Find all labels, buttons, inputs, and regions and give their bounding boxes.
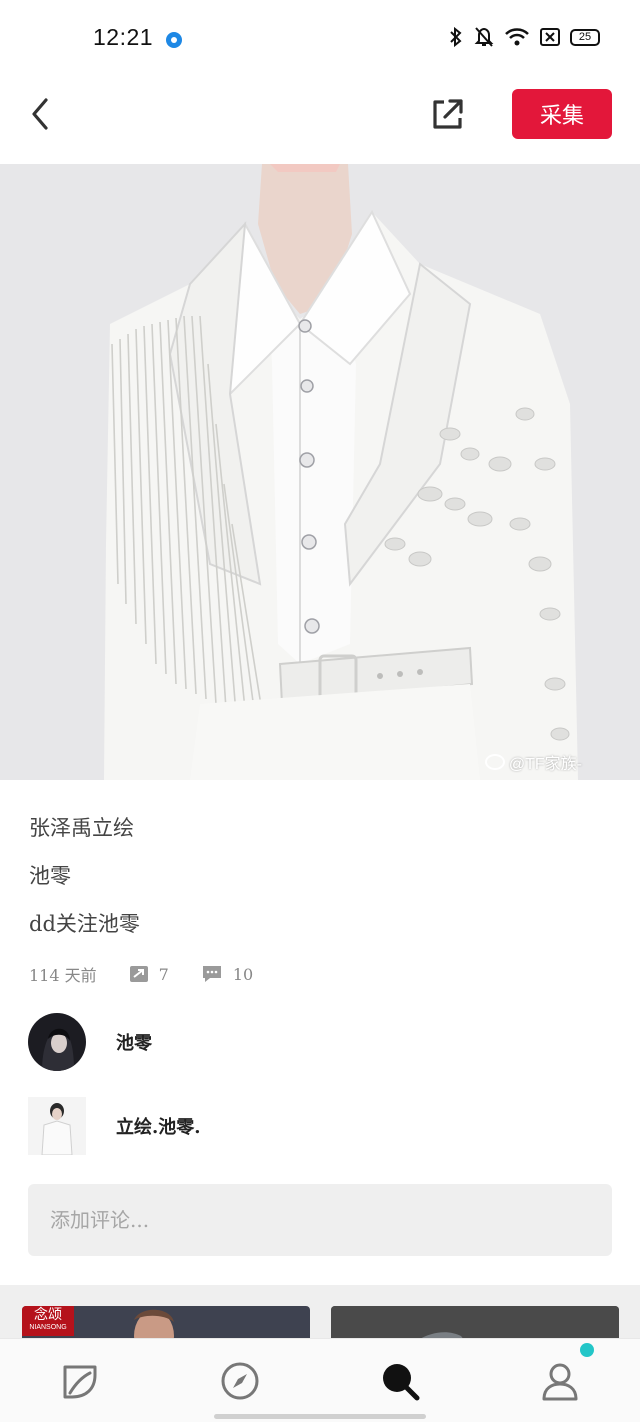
board-cover[interactable] [28,1097,86,1155]
bottom-tab-bar [0,1338,640,1422]
avatar-image [28,1013,86,1071]
comment-count[interactable]: 10 [201,964,253,984]
pin-image[interactable]: @TF家族- [0,164,640,780]
chevron-left-icon [32,98,48,130]
repin-count[interactable]: 7 [129,965,169,984]
pin-image-illustration [0,164,640,780]
bell-off-icon [474,27,494,47]
uploader-row[interactable]: 池零 [28,1012,608,1072]
weibo-icon [484,754,505,770]
pin-description-line-2: 池零 [29,864,71,888]
tab-discover[interactable] [218,1359,262,1403]
time-ago: 114 天前 [29,962,97,986]
pin-description-line-3: dd关注池零 [29,912,140,936]
home-leaf-icon [63,1365,97,1399]
status-icons: 25 [448,26,600,48]
search-icon [383,1364,420,1401]
collect-button[interactable]: 采集 [512,89,612,139]
image-watermark: @TF家族- [484,750,582,774]
status-bar: 12:21 25 [0,0,640,80]
tab-home[interactable] [58,1359,102,1403]
repin-icon [129,966,148,982]
sim-icon [540,28,560,46]
compass-icon [221,1362,259,1400]
avatar[interactable] [28,1013,86,1071]
share-external-icon [433,99,463,129]
status-time: 12:21 [93,24,154,50]
tab-profile[interactable] [538,1359,582,1403]
comment-count-text: 10 [232,964,254,984]
comment-input[interactable] [28,1184,612,1256]
board-name[interactable]: 立绘.池零. [116,1113,201,1139]
uploader-name[interactable]: 池零 [116,1029,152,1055]
share-button[interactable] [428,94,468,134]
notification-dot-icon [166,32,182,48]
repin-count-text: 7 [158,964,169,984]
notification-badge [580,1343,594,1357]
wifi-icon [505,28,529,46]
bluetooth-icon [450,26,462,48]
back-button[interactable] [24,92,60,136]
time-ago-text: 114 天前 [29,966,97,985]
tab-search[interactable] [378,1359,422,1403]
watermark-text: @TF家族- [508,756,582,773]
board-cover-image [28,1097,86,1155]
battery-icon: 25 [570,28,600,46]
profile-icon [542,1363,578,1401]
pin-description-line-1: 张泽禹立绘 [29,816,134,840]
home-indicator [214,1414,426,1419]
pin-meta: 114 天前 7 10 [29,962,285,986]
board-row[interactable]: 立绘.池零. [28,1096,608,1156]
comment-icon [202,966,221,982]
top-nav: 采集 [0,80,640,164]
